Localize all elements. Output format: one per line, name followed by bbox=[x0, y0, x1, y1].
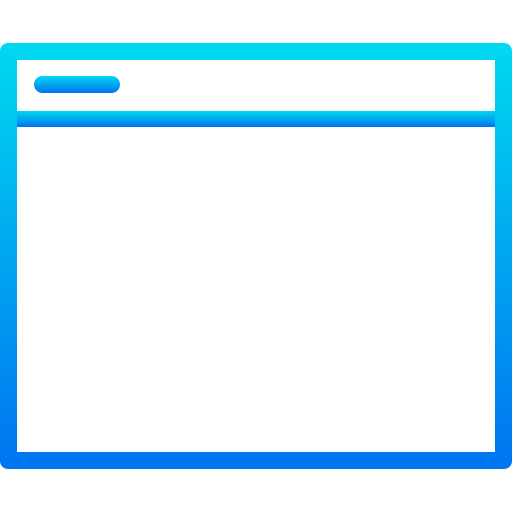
address-bar-pill bbox=[34, 76, 120, 93]
browser-window-icon bbox=[0, 43, 512, 469]
window-frame bbox=[0, 43, 512, 469]
browser-window-icon-stage bbox=[0, 0, 512, 512]
title-bar-divider bbox=[17, 111, 495, 127]
